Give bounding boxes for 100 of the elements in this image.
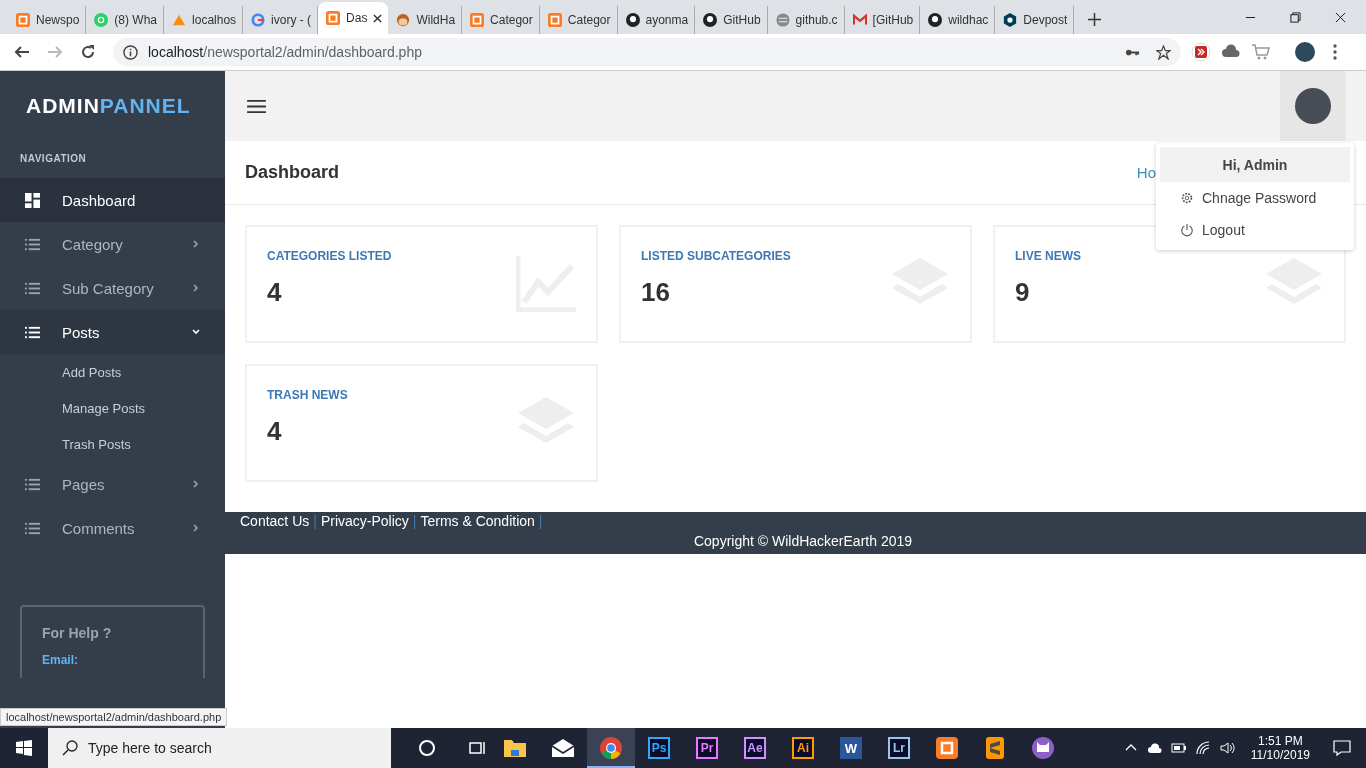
taskbar-app[interactable]: Lr <box>875 728 923 768</box>
email-label: Email: <box>42 653 79 667</box>
list-icon <box>25 520 40 536</box>
card-value: 16 <box>641 277 671 308</box>
status-url: localhost/newsportal2/admin/dashboard.php <box>0 708 228 726</box>
site-icon <box>852 13 867 27</box>
card-value: 4 <box>267 277 283 308</box>
app-icon: Pr <box>696 737 718 759</box>
app-icon: Lr <box>888 737 910 759</box>
nav-subitem[interactable]: Trash Posts <box>0 426 225 462</box>
separator-text: | <box>538 513 543 529</box>
nav-item[interactable]: Dashboard <box>0 178 225 222</box>
reload-icon[interactable] <box>80 44 96 60</box>
monkey-icon <box>396 13 411 27</box>
taskbar-app[interactable]: W <box>827 728 875 768</box>
copyright-text: Copyright © WildHackerEarth 2019 <box>692 533 914 549</box>
menu-item[interactable]: Logout <box>1160 214 1350 246</box>
card-title: TRASH NEWS <box>267 388 348 402</box>
chevron-right-icon <box>191 239 201 249</box>
octocat-icon <box>928 13 943 27</box>
card-value: 9 <box>1015 277 1031 308</box>
speaker-icon[interactable] <box>1218 740 1235 756</box>
search-field[interactable]: Type here to search <box>48 728 391 768</box>
info-icon[interactable] <box>123 44 138 60</box>
nav-subitem[interactable]: Manage Posts <box>0 390 225 426</box>
site-icon <box>470 13 485 27</box>
search-icon <box>62 740 78 756</box>
chevron-right-icon <box>191 283 201 293</box>
logo-text: ADMINPANNEL <box>25 93 191 119</box>
separator-text: | <box>313 513 317 529</box>
footer-link[interactable]: Contact Us <box>240 513 310 529</box>
help-title: For Help ? <box>42 625 113 641</box>
octocat-icon <box>703 13 718 27</box>
user-button[interactable] <box>1280 71 1346 141</box>
footer-link[interactable]: Privacy-Policy <box>320 513 409 529</box>
chevron-down-icon <box>191 327 201 337</box>
site-icon <box>1003 13 1018 27</box>
app-icon: Ps <box>648 737 670 759</box>
clock[interactable]: 1:51 PM 11/10/2019 <box>1250 734 1310 762</box>
app-icon: W <box>840 737 862 759</box>
list-icon <box>25 280 40 296</box>
dashboard-icon <box>25 192 40 208</box>
site-icon <box>251 13 266 27</box>
taskbar-app[interactable]: Ae <box>731 728 779 768</box>
site-icon <box>326 11 341 25</box>
page-title: Dashboard <box>245 162 340 183</box>
card-title: CATEGORIES LISTED <box>267 249 392 263</box>
menu-item[interactable]: Chnage Password <box>1160 182 1350 214</box>
nav-item[interactable]: Comments <box>0 506 225 550</box>
separator-text: | <box>412 513 417 529</box>
card-title: LIVE NEWS <box>1015 249 1081 263</box>
chevron-right-icon <box>191 479 201 489</box>
battery-icon[interactable] <box>1170 740 1187 756</box>
taskbar-app[interactable]: Ps <box>635 728 683 768</box>
chevron-right-icon <box>191 523 201 533</box>
site-icon <box>172 13 187 27</box>
globe-icon <box>775 13 790 27</box>
back-icon[interactable] <box>14 44 30 60</box>
menu-icon[interactable] <box>247 98 266 114</box>
list-icon <box>25 236 40 252</box>
nav-item[interactable]: Sub Category <box>0 266 225 310</box>
windows-icon[interactable] <box>16 740 32 756</box>
restore-icon[interactable] <box>1290 11 1301 23</box>
cart-icon[interactable] <box>1251 42 1271 62</box>
mail-icon <box>551 736 575 760</box>
nav-item[interactable]: Category <box>0 222 225 266</box>
greeting-text: Hi, Admin <box>1160 147 1350 182</box>
profile-avatar[interactable] <box>1295 42 1315 62</box>
notification-icon[interactable] <box>1332 738 1352 758</box>
star-icon[interactable] <box>1156 44 1171 60</box>
octocat-icon <box>625 13 640 27</box>
avatar-placeholder <box>1295 88 1331 124</box>
taskbar-app[interactable]: Pr <box>683 728 731 768</box>
close-icon[interactable] <box>1335 11 1346 23</box>
settings-icon <box>1180 191 1194 205</box>
cat-icon <box>1031 736 1055 760</box>
nav-item[interactable]: Pages <box>0 462 225 506</box>
power-icon <box>1180 223 1194 237</box>
section-label: NAVIGATION <box>19 152 88 166</box>
nav-item[interactable]: Posts <box>0 310 225 354</box>
browser-tab[interactable]: Das <box>318 2 389 34</box>
site-icon <box>16 13 30 27</box>
new-tab-icon[interactable] <box>1088 13 1102 26</box>
site-icon <box>547 13 562 27</box>
app-icon: Ae <box>744 737 766 759</box>
list-icon <box>25 324 40 340</box>
extension-icon[interactable] <box>1191 42 1211 62</box>
app-icon <box>983 736 1007 760</box>
chrome-icon <box>599 736 623 760</box>
address-bar[interactable]: localhost/newsportal2/admin/dashboard.php <box>113 38 1181 66</box>
cortana-icon[interactable] <box>417 738 437 758</box>
close-icon[interactable] <box>373 13 383 23</box>
cloud-icon[interactable] <box>1146 740 1163 756</box>
app-icon <box>935 736 959 760</box>
nav-subitem[interactable]: Add Posts <box>0 354 225 390</box>
footer-link[interactable]: Terms & Condition <box>420 513 535 529</box>
list-icon <box>25 476 40 492</box>
breadcrumb-link[interactable]: Ho <box>1136 164 1156 181</box>
taskbar-app[interactable]: Ai <box>779 728 827 768</box>
wifi-icon[interactable] <box>1194 740 1211 756</box>
